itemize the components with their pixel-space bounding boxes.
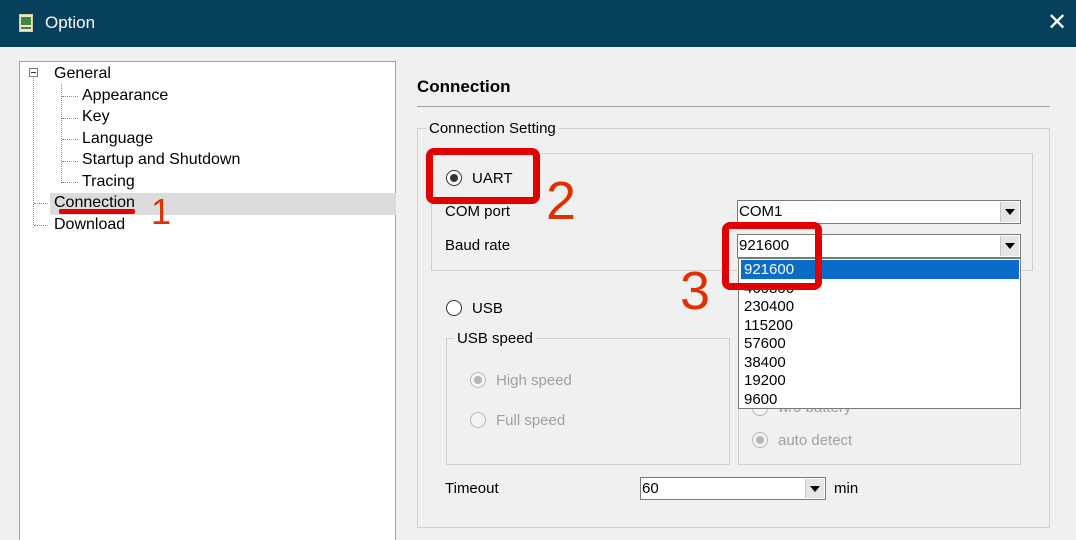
tree-item-startup-shutdown[interactable]: Startup and Shutdown (82, 151, 240, 169)
auto-detect-radio[interactable] (752, 432, 768, 448)
tree-connector (62, 161, 78, 162)
page-title: Connection (417, 77, 511, 96)
timeout-value: 60 (642, 480, 659, 497)
baud-option-57600[interactable]: 57600 (744, 335, 786, 352)
connection-setting-legend: Connection Setting (426, 120, 559, 137)
baud-option-230400[interactable]: 230400 (744, 298, 794, 315)
baud-option-19200[interactable]: 19200 (744, 372, 786, 389)
tree-connector (61, 84, 62, 183)
baud-rate-label: Baud rate (445, 237, 511, 254)
auto-detect-label: auto detect (778, 432, 853, 449)
options-tree: General Appearance Key Language Startup … (19, 61, 396, 540)
heading-divider (417, 106, 1050, 107)
tree-connector (62, 139, 78, 140)
tree-item-download[interactable]: Download (54, 216, 125, 234)
tree-connector (62, 118, 78, 119)
tree-item-key[interactable]: Key (82, 108, 110, 126)
tree-item-appearance[interactable]: Appearance (82, 87, 168, 105)
close-icon[interactable]: ✕ (1042, 8, 1072, 38)
title-bar: Option ✕ (0, 0, 1076, 47)
tree-connector (34, 225, 48, 226)
annotation-box-uart (426, 148, 540, 204)
tree-item-tracing[interactable]: Tracing (82, 173, 135, 191)
annotation-box-baud (722, 222, 822, 290)
high-speed-radio[interactable] (470, 372, 486, 388)
annotation-step-1: 1 (151, 191, 172, 232)
annotation-step-3: 3 (680, 261, 711, 321)
window-title: Option (45, 13, 96, 32)
full-speed-radio[interactable] (470, 412, 486, 428)
tree-connector (62, 182, 78, 183)
usb-speed-group (446, 338, 730, 465)
high-speed-label: High speed (496, 372, 572, 389)
baud-option-9600[interactable]: 9600 (744, 391, 777, 408)
chevron-down-icon[interactable] (1000, 202, 1019, 222)
usb-radio[interactable] (446, 300, 462, 316)
annotation-step-2: 2 (546, 171, 577, 231)
com-port-label: COM port (445, 203, 511, 220)
tree-item-language[interactable]: Language (82, 130, 153, 148)
annotation-underline (59, 209, 135, 214)
chevron-down-icon[interactable] (805, 479, 824, 498)
tree-item-general[interactable]: General (54, 65, 111, 83)
timeout-unit: min (834, 480, 859, 497)
baud-option-115200[interactable]: 115200 (744, 317, 793, 334)
timeout-spinner[interactable]: 60 (640, 477, 826, 500)
baud-option-38400[interactable]: 38400 (744, 354, 786, 371)
chevron-down-icon[interactable] (1000, 236, 1019, 256)
usb-label[interactable]: USB (472, 300, 503, 317)
app-icon (19, 14, 33, 32)
tree-collapse-icon[interactable] (29, 68, 38, 77)
com-port-select[interactable]: COM1 (737, 200, 1021, 224)
usb-speed-legend: USB speed (454, 330, 536, 347)
tree-connector (62, 96, 78, 97)
full-speed-label: Full speed (496, 412, 566, 429)
timeout-label: Timeout (445, 480, 499, 497)
com-port-value: COM1 (739, 203, 783, 220)
tree-connector (34, 203, 48, 204)
